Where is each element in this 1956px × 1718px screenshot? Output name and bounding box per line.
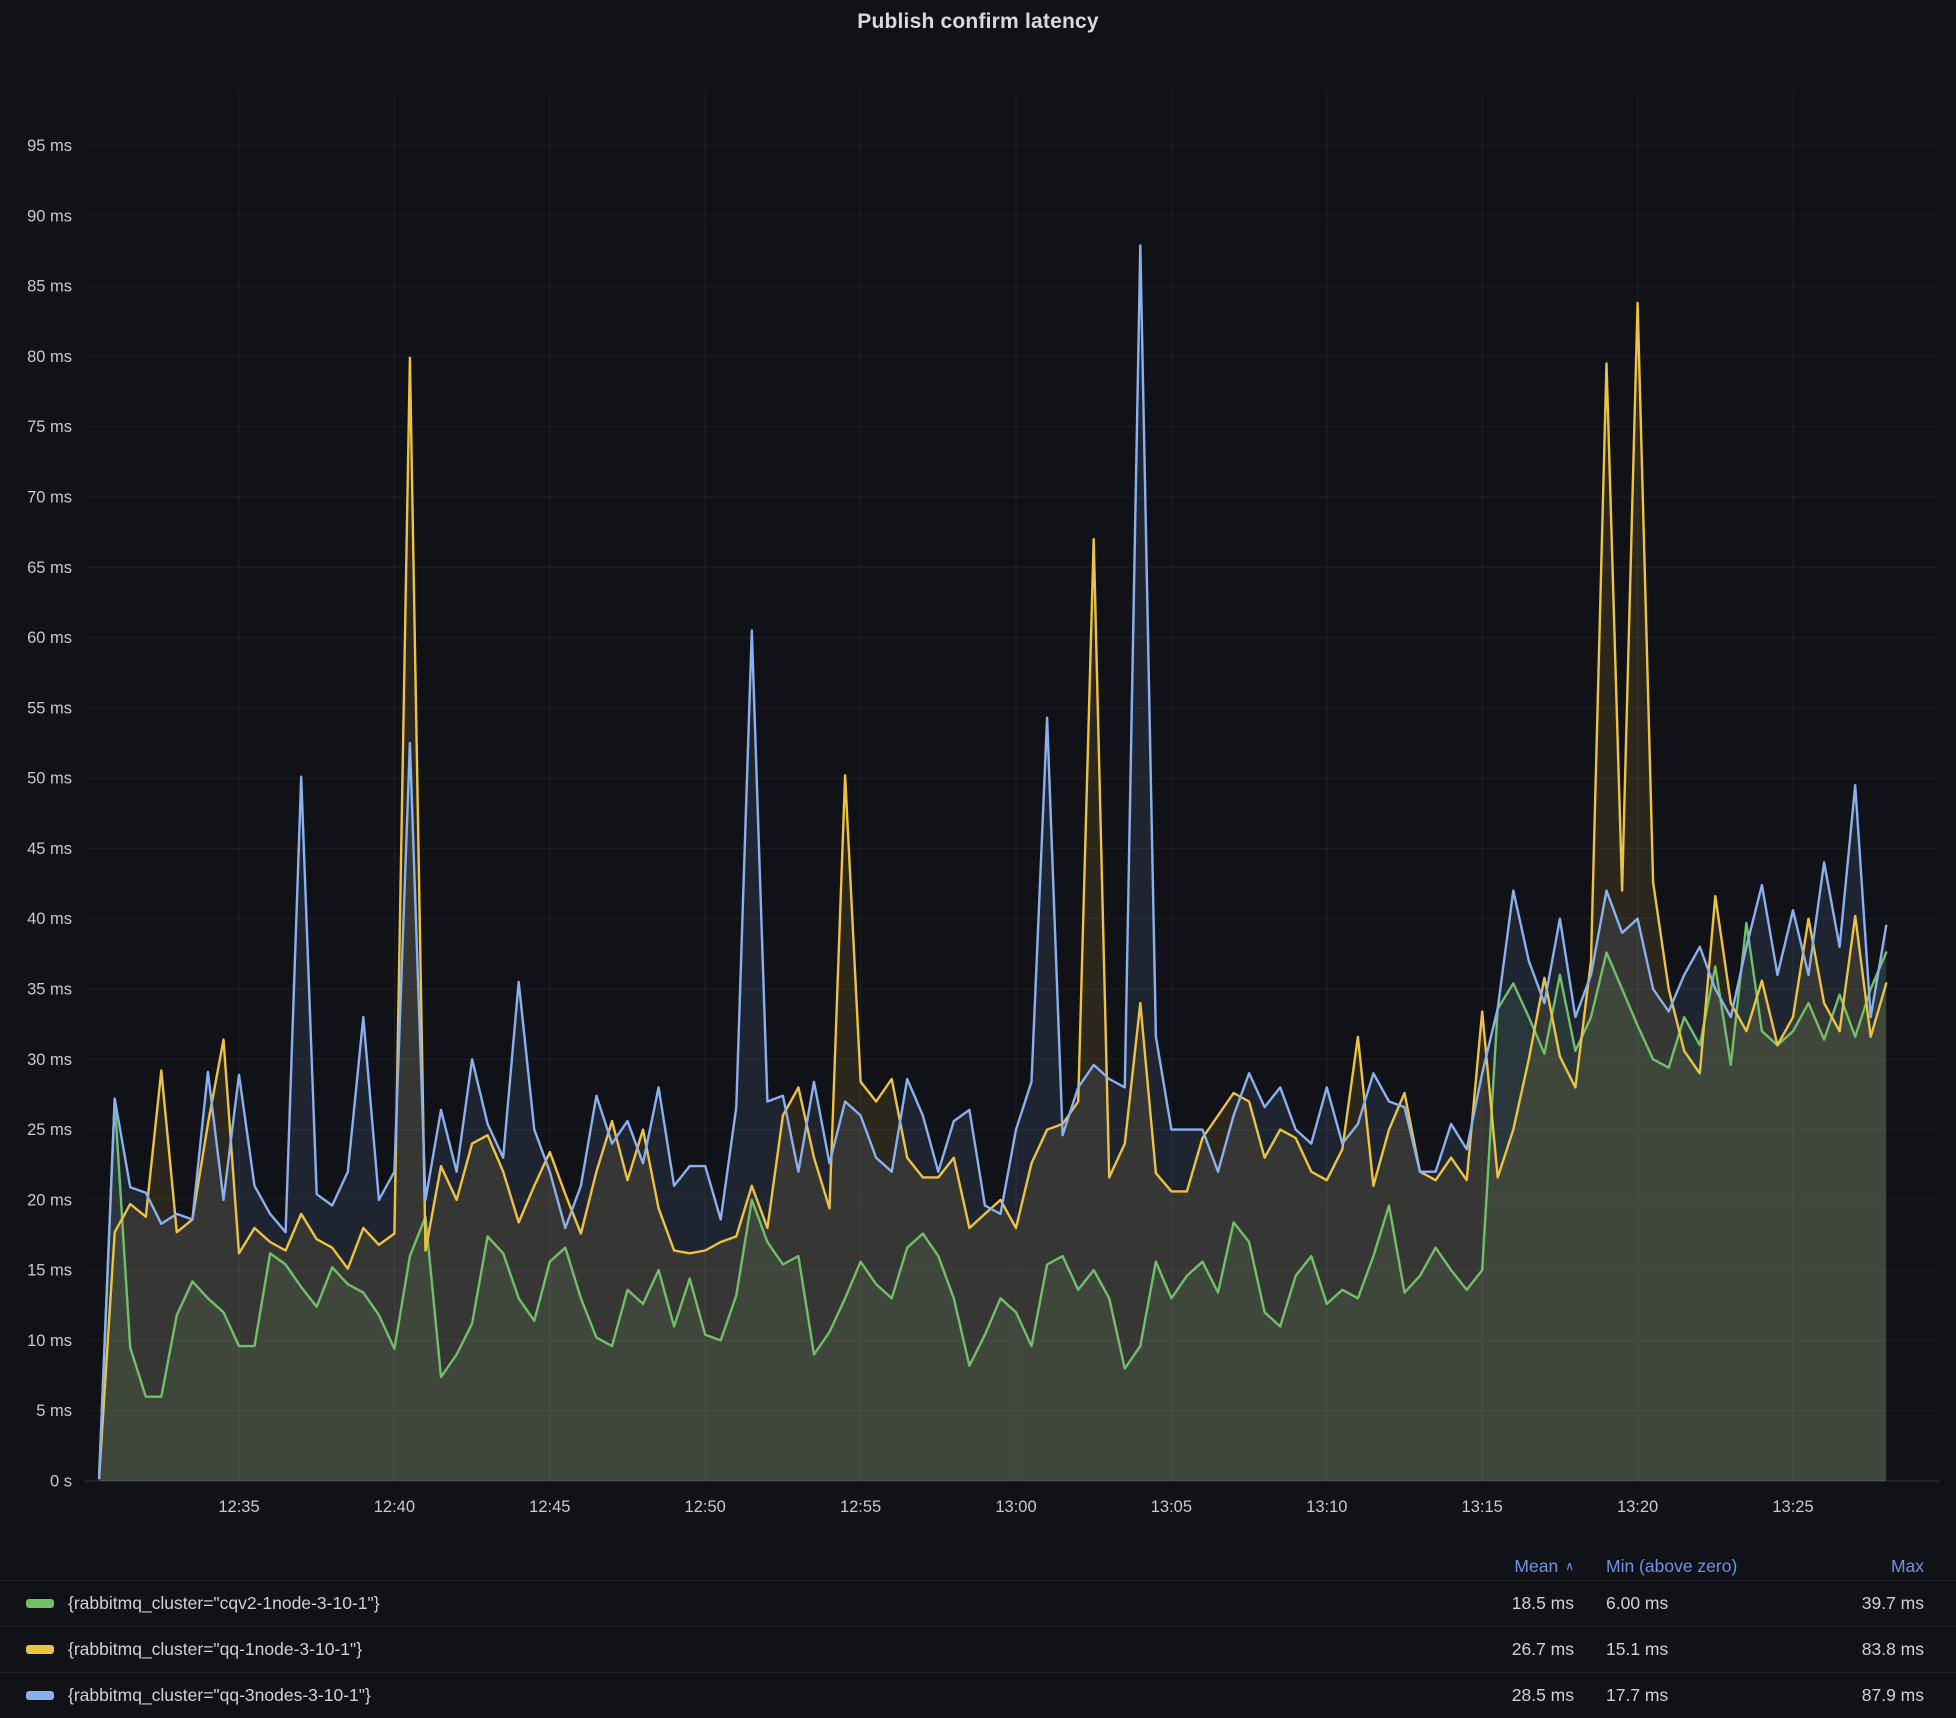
y-axis-tick-label: 75 ms	[27, 418, 72, 436]
legend-row-qq-1node: {rabbitmq_cluster="qq-1node-3-10-1"} 26.…	[0, 1626, 1956, 1672]
x-axis-tick-label: 13:20	[1617, 1498, 1658, 1516]
stat-min-above-zero: 17.7 ms	[1594, 1685, 1774, 1706]
series-label[interactable]: {rabbitmq_cluster="qq-3nodes-3-10-1"}	[68, 1685, 371, 1706]
stat-max: 39.7 ms	[1774, 1593, 1924, 1614]
series-fills	[99, 245, 1886, 1481]
y-axis-tick-label: 30 ms	[27, 1051, 72, 1069]
y-axis-tick-label: 45 ms	[27, 840, 72, 858]
stat-max: 83.8 ms	[1774, 1639, 1924, 1660]
grafana-panel: Publish confirm latency 0 s5 ms10 ms15 m…	[0, 0, 1956, 1718]
y-axis-tick-label: 15 ms	[27, 1262, 72, 1280]
x-axis-tick-label: 12:50	[685, 1498, 726, 1516]
y-axis-tick-label: 95 ms	[27, 137, 72, 155]
y-axis-tick-label: 10 ms	[27, 1332, 72, 1350]
y-axis-tick-label: 65 ms	[27, 559, 72, 577]
y-axis-tick-label: 50 ms	[27, 770, 72, 788]
x-axis-tick-label: 12:40	[374, 1498, 415, 1516]
stat-max: 87.9 ms	[1774, 1685, 1924, 1706]
series-color-swatch[interactable]	[26, 1691, 54, 1700]
stat-min-above-zero: 6.00 ms	[1594, 1593, 1774, 1614]
series-label[interactable]: {rabbitmq_cluster="qq-1node-3-10-1"}	[68, 1639, 362, 1660]
y-axis-tick-label: 90 ms	[27, 207, 72, 225]
y-axis-tick-label: 0 s	[50, 1473, 72, 1491]
stat-mean: 26.7 ms	[1424, 1639, 1574, 1660]
stat-mean: 18.5 ms	[1424, 1593, 1574, 1614]
sort-ascending-icon: ∧	[1565, 1559, 1574, 1573]
y-axis-tick-label: 85 ms	[27, 278, 72, 296]
x-axis-tick-label: 13:15	[1462, 1498, 1503, 1516]
x-axis-tick-label: 12:35	[218, 1498, 259, 1516]
x-axis-tick-label: 12:45	[529, 1498, 570, 1516]
x-axis-tick-label: 13:00	[995, 1498, 1036, 1516]
y-axis-tick-label: 25 ms	[27, 1121, 72, 1139]
y-axis-tick-label: 5 ms	[36, 1402, 72, 1420]
y-axis-tick-label: 80 ms	[27, 348, 72, 366]
y-axis-tick-label: 20 ms	[27, 1191, 72, 1209]
stat-mean: 28.5 ms	[1424, 1685, 1574, 1706]
legend-column-mean[interactable]: Mean ∧	[1424, 1556, 1574, 1577]
series-color-swatch[interactable]	[26, 1645, 54, 1654]
legend-row-qq-3nodes: {rabbitmq_cluster="qq-3nodes-3-10-1"} 28…	[0, 1672, 1956, 1718]
x-axis-tick-label: 13:25	[1772, 1498, 1813, 1516]
latency-chart[interactable]: 0 s 5 ms 10 ms 15 ms 20 ms 25 ms 30 ms 35 ms 40 …	[0, 0, 1956, 1530]
x-axis-tick-label: 12:55	[840, 1498, 881, 1516]
legend: Mean ∧ Min (above zero) Max {rabbitmq_clu…	[0, 1552, 1956, 1718]
legend-column-min[interactable]: Min (above zero)	[1594, 1556, 1774, 1577]
series-label[interactable]: {rabbitmq_cluster="cqv2-1node-3-10-1"}	[68, 1593, 380, 1614]
y-axis-tick-label: 35 ms	[27, 981, 72, 999]
series-color-swatch[interactable]	[26, 1599, 54, 1608]
stat-min-above-zero: 15.1 ms	[1594, 1639, 1774, 1660]
y-axis-tick-label: 40 ms	[27, 910, 72, 928]
legend-header: Mean ∧ Min (above zero) Max	[0, 1552, 1956, 1580]
y-axis-tick-label: 55 ms	[27, 699, 72, 717]
x-axis-tick-label: 13:05	[1151, 1498, 1192, 1516]
y-axis-tick-label: 60 ms	[27, 629, 72, 647]
y-axis-tick-label: 70 ms	[27, 489, 72, 507]
legend-column-max[interactable]: Max	[1774, 1556, 1924, 1577]
legend-column-mean-label: Mean	[1514, 1556, 1558, 1576]
x-axis-tick-label: 13:10	[1306, 1498, 1347, 1516]
legend-row-cqv2-1node: {rabbitmq_cluster="cqv2-1node-3-10-1"} 1…	[0, 1580, 1956, 1626]
